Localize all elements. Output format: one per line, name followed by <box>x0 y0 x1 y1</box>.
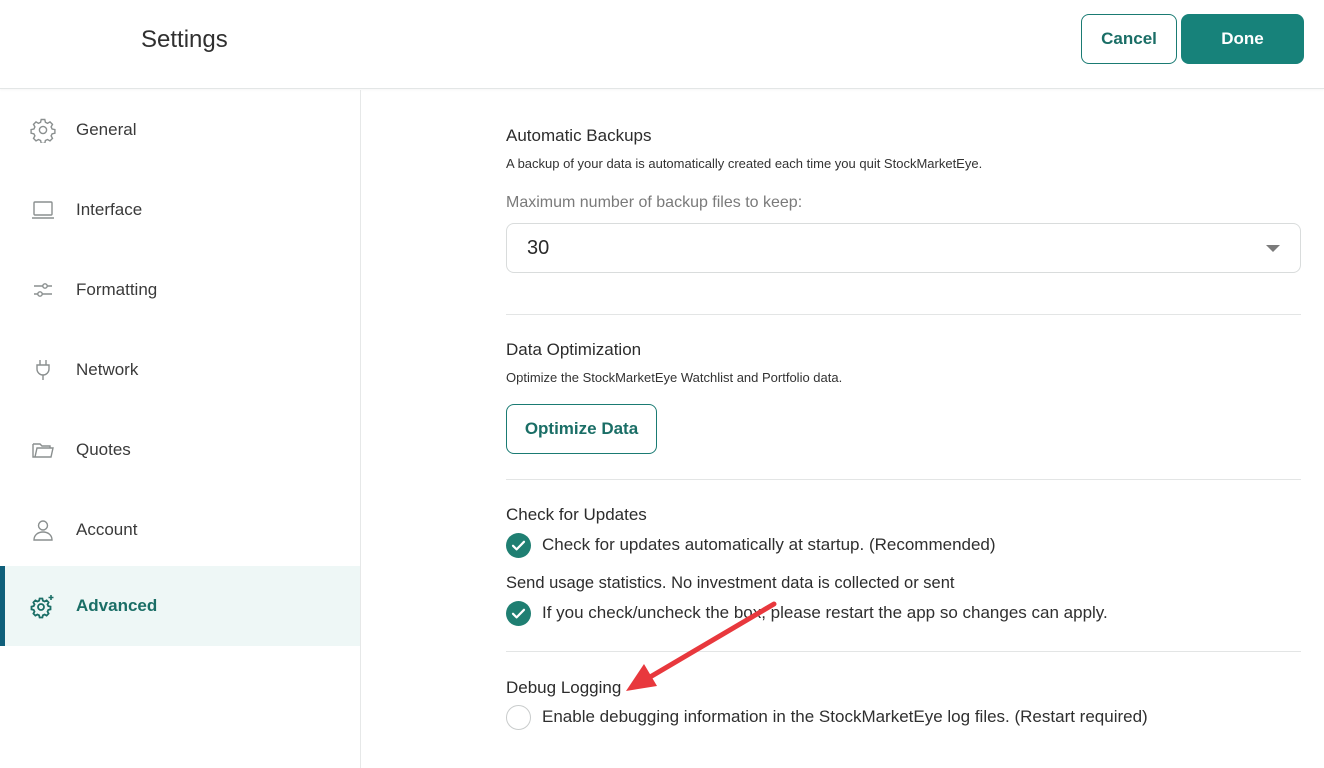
check-icon <box>511 540 526 550</box>
sidebar-item-network[interactable]: Network <box>0 330 360 410</box>
debug-logging-title: Debug Logging <box>506 678 622 697</box>
divider <box>506 314 1301 315</box>
sliders-icon <box>30 277 56 303</box>
usage-stats-row[interactable]: If you check/uncheck the box, please res… <box>506 600 1108 626</box>
cancel-button[interactable]: Cancel <box>1081 14 1177 64</box>
top-bar: Settings Cancel Done <box>0 0 1324 89</box>
divider <box>506 479 1301 480</box>
sidebar-item-advanced[interactable]: Advanced <box>0 566 360 646</box>
auto-check-updates-checkbox[interactable] <box>506 532 531 558</box>
page-title: Settings <box>141 26 228 53</box>
sidebar-item-account[interactable]: Account <box>0 490 360 570</box>
sidebar-item-label: Advanced <box>76 596 158 615</box>
sidebar-item-label: Account <box>76 520 138 539</box>
sidebar-item-quotes[interactable]: Quotes <box>0 410 360 490</box>
folder-icon <box>30 437 56 463</box>
updates-title: Check for Updates <box>506 505 647 524</box>
divider <box>506 651 1301 652</box>
check-icon <box>511 608 526 618</box>
optimization-title: Data Optimization <box>506 340 642 359</box>
max-backups-value: 30 <box>527 237 550 259</box>
backups-description: A backup of your data is automatically c… <box>506 156 983 171</box>
sidebar-item-interface[interactable]: Interface <box>0 170 360 250</box>
debug-logging-checkbox[interactable] <box>506 704 531 730</box>
sidebar: General Interface Formatting Network Quo… <box>0 90 361 768</box>
plug-icon <box>30 357 56 383</box>
sidebar-item-label: Interface <box>76 200 143 219</box>
sidebar-item-general[interactable]: General <box>0 90 360 170</box>
max-backups-label: Maximum number of backup files to keep: <box>506 194 803 211</box>
sidebar-item-formatting[interactable]: Formatting <box>0 250 360 330</box>
auto-check-updates-row[interactable]: Check for updates automatically at start… <box>506 532 996 558</box>
auto-check-updates-label: Check for updates automatically at start… <box>542 535 996 554</box>
sidebar-item-label: Network <box>76 360 139 379</box>
backups-title: Automatic Backups <box>506 126 652 145</box>
usage-stats-title: Send usage statistics. No investment dat… <box>506 574 955 592</box>
optimize-data-button[interactable]: Optimize Data <box>506 404 657 454</box>
optimization-description: Optimize the StockMarketEye Watchlist an… <box>506 370 843 385</box>
caret-down-icon <box>1266 245 1280 252</box>
debug-logging-label: Enable debugging information in the Stoc… <box>542 707 1148 726</box>
advanced-gear-icon <box>30 593 56 619</box>
sidebar-item-label: General <box>76 120 137 139</box>
max-backups-select[interactable]: 30 <box>506 223 1301 273</box>
sidebar-item-label: Quotes <box>76 440 131 459</box>
debug-logging-row[interactable]: Enable debugging information in the Stoc… <box>506 704 1148 730</box>
gear-icon <box>30 117 56 143</box>
usage-stats-label: If you check/uncheck the box, please res… <box>542 603 1108 622</box>
usage-stats-checkbox[interactable] <box>506 600 531 626</box>
laptop-icon <box>30 197 56 223</box>
sidebar-item-label: Formatting <box>76 280 158 299</box>
done-button[interactable]: Done <box>1181 14 1304 64</box>
user-icon <box>30 517 56 543</box>
